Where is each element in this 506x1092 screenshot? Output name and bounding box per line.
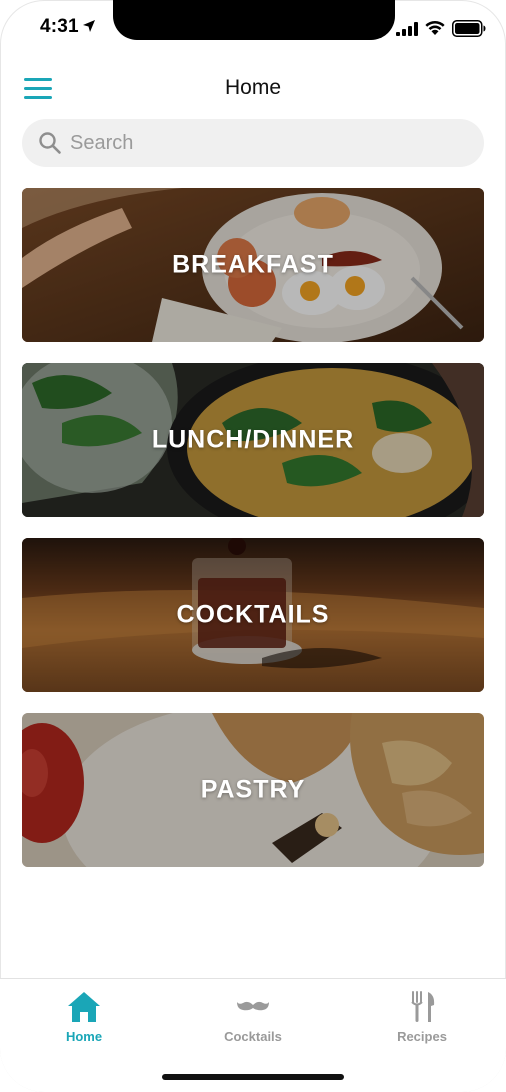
home-indicator[interactable] <box>162 1074 344 1080</box>
tab-label: Recipes <box>397 1029 447 1044</box>
search-input[interactable] <box>70 127 470 159</box>
category-card-lunch-dinner[interactable]: LUNCH/DINNER <box>22 363 484 517</box>
app-header: Home <box>0 66 506 112</box>
page-title: Home <box>224 76 282 99</box>
search-bar[interactable] <box>22 119 484 167</box>
category-label: PASTRY <box>200 775 306 804</box>
wifi-icon <box>425 20 445 35</box>
battery-icon <box>452 20 486 37</box>
notch <box>113 0 395 40</box>
category-label: COCKTAILS <box>176 600 330 629</box>
tab-label: Cocktails <box>224 1029 282 1044</box>
search-icon <box>39 132 61 154</box>
mustache-icon <box>237 1001 269 1011</box>
status-bar: 4:31 <box>0 0 506 56</box>
category-card-cocktails[interactable]: COCKTAILS <box>22 538 484 692</box>
category-card-breakfast[interactable]: BREAKFAST <box>22 188 484 342</box>
tab-recipes[interactable]: Recipes <box>338 979 506 1059</box>
fork-knife-icon <box>411 991 435 1022</box>
tab-home[interactable]: Home <box>0 979 168 1059</box>
tab-cocktails[interactable]: Cocktails <box>169 979 337 1059</box>
category-label: LUNCH/DINNER <box>151 425 355 454</box>
category-label: BREAKFAST <box>172 250 334 279</box>
location-arrow-icon <box>83 20 95 32</box>
cellular-signal-icon <box>396 22 418 36</box>
status-time: 4:31 <box>40 16 79 37</box>
phone-screen: 4:31 Home Search BREAKFAST LUNCH/DINNER … <box>0 0 506 1092</box>
tab-label: Home <box>65 1029 103 1044</box>
category-card-pastry[interactable]: PASTRY <box>22 713 484 867</box>
home-icon <box>68 992 100 1022</box>
